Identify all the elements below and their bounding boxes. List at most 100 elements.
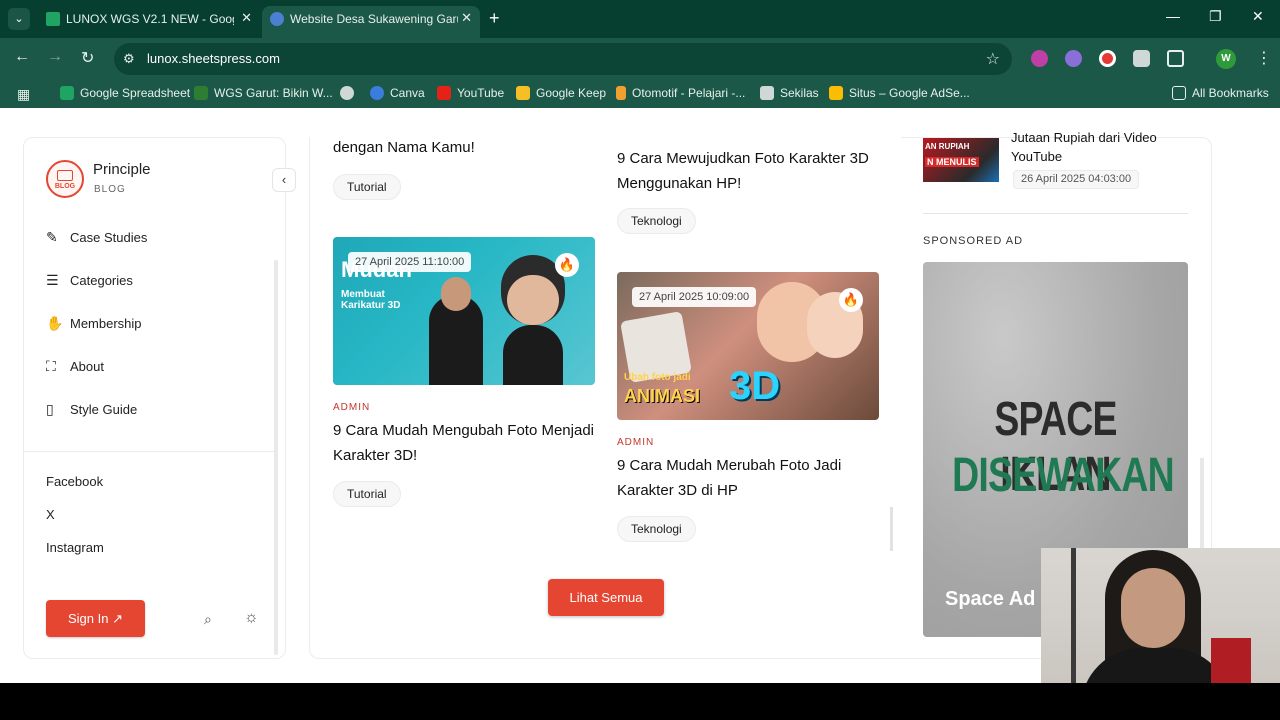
- new-tab-icon[interactable]: +: [489, 8, 500, 29]
- post-title[interactable]: 9 Cara Mudah Merubah Foto Jadi Karakter …: [617, 453, 879, 503]
- bookmark-canva[interactable]: Canva: [370, 86, 425, 100]
- extension-camera-icon[interactable]: [1133, 50, 1150, 67]
- nav-membership[interactable]: ✋ Membership: [46, 315, 142, 337]
- blog-logo[interactable]: BLOG: [46, 160, 84, 198]
- bookmark-otomotif[interactable]: Otomotif - Pelajari -...: [616, 86, 745, 100]
- tab-website-desa[interactable]: Website Desa Sukawening Garut ✕: [262, 6, 480, 38]
- extension-pokeball-icon[interactable]: [1099, 50, 1116, 67]
- adsense-icon: [829, 86, 843, 100]
- category-tag[interactable]: Tutorial: [333, 174, 401, 200]
- search-icon[interactable]: ⌕: [204, 611, 212, 628]
- see-all-button[interactable]: Lihat Semua: [548, 579, 664, 616]
- webcam-overlay: [1041, 548, 1280, 683]
- mic-stand: [1071, 548, 1076, 683]
- post-author[interactable]: ADMIN: [617, 437, 654, 448]
- menu-kebab-icon[interactable]: ⋮: [1256, 48, 1272, 68]
- content-scrollbar[interactable]: [890, 507, 893, 551]
- reload-icon[interactable]: ↻: [81, 48, 94, 68]
- user-frame-icon: ⛶: [46, 358, 56, 374]
- link-x[interactable]: X: [46, 507, 55, 522]
- close-tab-icon[interactable]: ✕: [461, 10, 472, 26]
- website-icon: [270, 12, 284, 26]
- brand-subtitle: BLOG: [94, 184, 126, 195]
- ad-subheadline: DISEWAKAN: [952, 449, 1175, 502]
- person-face: [1121, 568, 1185, 648]
- bookmark-google-keep[interactable]: Google Keep: [516, 86, 606, 100]
- laptop-icon: [57, 170, 73, 181]
- bookmark-globe[interactable]: [340, 86, 360, 100]
- extensions-puzzle-icon[interactable]: [1167, 50, 1184, 67]
- profile-avatar[interactable]: W: [1216, 49, 1236, 69]
- bookmarks-bar: ▦ Google Spreadsheet WGS Garut: Bikin W.…: [0, 80, 1280, 108]
- post-date: 27 April 2025 11:10:00: [348, 252, 472, 272]
- nav-style-guide[interactable]: ▯ Style Guide: [46, 401, 137, 423]
- all-bookmarks[interactable]: All Bookmarks: [1172, 86, 1269, 100]
- post-author[interactable]: ADMIN: [333, 402, 370, 413]
- pencil-icon: ✎: [46, 229, 58, 245]
- thumbnail-subtext: Membuat Karikatur 3D: [341, 289, 401, 311]
- bookmark-adsense[interactable]: Situs – Google AdSe...: [829, 86, 970, 100]
- post-title[interactable]: 9 Cara Mewujudkan Foto Karakter 3D Mengg…: [617, 146, 879, 196]
- apps-grid-icon[interactable]: ▦: [17, 86, 30, 103]
- post-title[interactable]: 9 Cara Mudah Mengubah Foto Menjadi Karak…: [333, 418, 595, 468]
- tab-lunox-wgs[interactable]: LUNOX WGS V2.1 NEW - Googl ✕: [38, 6, 260, 38]
- forward-icon[interactable]: →: [47, 48, 63, 66]
- right-scrollbar[interactable]: [1200, 458, 1204, 548]
- car-icon: [760, 86, 774, 100]
- collapse-sidebar-button[interactable]: ‹: [272, 168, 296, 192]
- sidebar-scrollbar[interactable]: [274, 260, 278, 655]
- thumbnail-text: N MENULIS: [925, 157, 979, 167]
- close-window-icon[interactable]: ✕: [1252, 8, 1264, 25]
- extension-icon[interactable]: [1031, 50, 1048, 67]
- related-post-date: 26 April 2025 04:03:00: [1013, 170, 1140, 189]
- tab-title: LUNOX WGS V2.1 NEW - Googl: [66, 12, 234, 26]
- site-settings-icon[interactable]: ⚙: [123, 51, 135, 67]
- ad-caption: Space Ad: [945, 588, 1036, 610]
- bookmark-star-icon[interactable]: ☆: [986, 49, 1000, 69]
- related-post-thumbnail[interactable]: AN RUPIAH N MENULIS: [923, 138, 999, 182]
- sign-in-button[interactable]: Sign In ↗: [46, 600, 145, 637]
- link-facebook[interactable]: Facebook: [46, 474, 103, 489]
- close-tab-icon[interactable]: ✕: [241, 10, 252, 26]
- sheets-icon: [46, 12, 60, 26]
- tab-strip: ⌄ LUNOX WGS V2.1 NEW - Googl ✕ Website D…: [0, 0, 1280, 38]
- back-icon[interactable]: ←: [14, 48, 30, 66]
- category-tag[interactable]: Tutorial: [333, 481, 401, 507]
- sidebar: BLOG Principle BLOG ‹ ✎ Case Studies ☰ Cat…: [23, 137, 296, 659]
- minimize-icon[interactable]: —: [1166, 8, 1180, 24]
- link-instagram[interactable]: Instagram: [46, 540, 104, 555]
- brand-name[interactable]: Principle: [93, 161, 151, 178]
- nav-categories[interactable]: ☰ Categories: [46, 272, 133, 294]
- extension-pen-icon[interactable]: [1065, 50, 1082, 67]
- post-title[interactable]: dengan Nama Kamu!: [333, 135, 595, 160]
- thumbnail-text: ANIMASI: [624, 386, 700, 406]
- category-tag[interactable]: Teknologi: [617, 516, 696, 542]
- cartoon-body: [503, 325, 563, 385]
- toolbar: ← → ↻ ⚙ lunox.sheetspress.com ☆ W ⋮: [0, 38, 1280, 80]
- thumbnail-text: Ubah foto jadi: [624, 372, 691, 383]
- person-body: [1081, 648, 1231, 683]
- logo-text: BLOG: [54, 183, 76, 190]
- related-post-title[interactable]: Jutaan Rupiah dari Video YouTube: [1011, 128, 1191, 166]
- post-thumbnail[interactable]: Ubah foto jadi ANIMASI 3D 27 April 2025 …: [617, 272, 879, 420]
- nav-case-studies[interactable]: ✎ Case Studies: [46, 229, 147, 251]
- nav-about[interactable]: ⛶ About: [46, 358, 104, 380]
- sheets-icon: [60, 86, 74, 100]
- list-icon: ☰: [46, 272, 59, 288]
- category-tag[interactable]: Teknologi: [617, 208, 696, 234]
- theme-toggle-icon[interactable]: ☼: [244, 609, 259, 627]
- address-bar[interactable]: ⚙ lunox.sheetspress.com ☆: [114, 43, 1012, 75]
- fire-icon: 🔥: [555, 253, 579, 277]
- post-thumbnail[interactable]: Mudah Membuat Karikatur 3D 27 April 2025…: [333, 237, 595, 385]
- pencil-icon: [616, 86, 626, 100]
- bookmark-youtube[interactable]: YouTube: [437, 86, 504, 100]
- bookmark-wgs-garut[interactable]: WGS Garut: Bikin W...: [194, 86, 333, 100]
- canva-icon: [370, 86, 384, 100]
- youtube-icon: [437, 86, 451, 100]
- tab-search-icon[interactable]: ⌄: [8, 8, 30, 30]
- maximize-icon[interactable]: ❐: [1209, 8, 1222, 25]
- chair: [1211, 638, 1251, 683]
- bookmark-sekilas[interactable]: Sekilas: [760, 86, 819, 100]
- thumbnail-text: 3D: [729, 364, 781, 408]
- bookmark-google-spreadsheet[interactable]: Google Spreadsheet: [60, 86, 190, 100]
